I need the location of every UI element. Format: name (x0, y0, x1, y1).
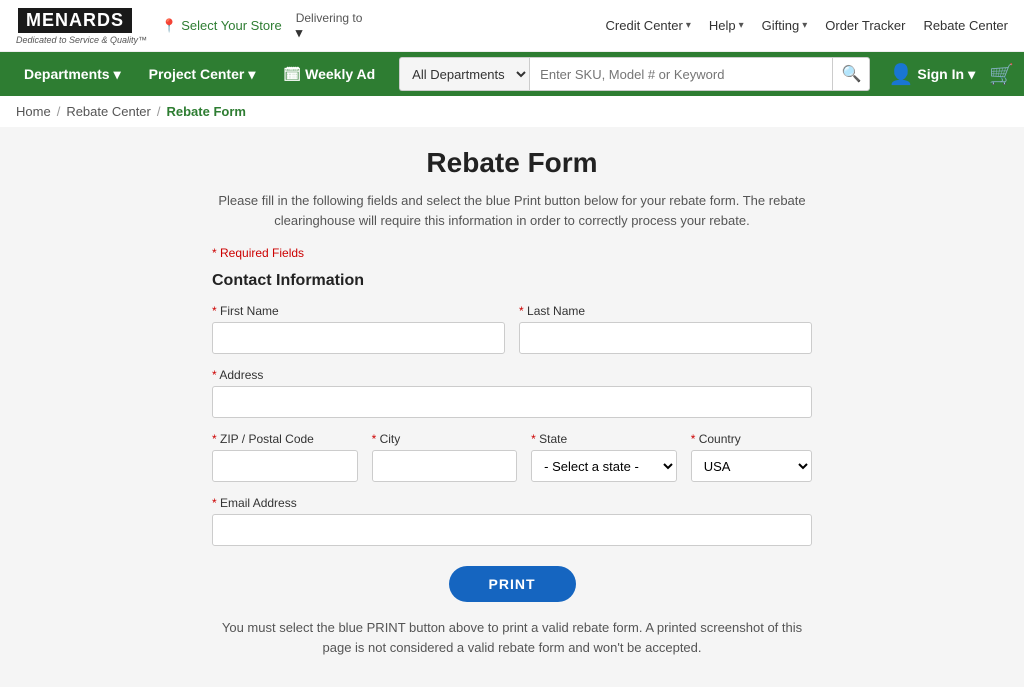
chevron-down-icon: ▾ (248, 66, 255, 83)
sign-in-area[interactable]: 👤 Sign In ▾ (880, 62, 983, 87)
search-input[interactable] (529, 57, 832, 91)
top-bar-right: Credit Center ▾ Help ▾ Gifting ▾ Order T… (606, 18, 1008, 33)
breadcrumb-separator: / (157, 104, 161, 119)
state-label: * State (531, 432, 677, 446)
address-row: * Address (212, 368, 812, 418)
email-label: * Email Address (212, 496, 812, 510)
address-group: * Address (212, 368, 812, 418)
help-link[interactable]: Help ▾ (709, 18, 744, 33)
print-button[interactable]: PRINT (449, 566, 576, 602)
email-row: * Email Address (212, 496, 812, 546)
logo[interactable]: MENARDS (16, 6, 134, 35)
country-label: * Country (691, 432, 812, 446)
zip-input[interactable] (212, 450, 358, 482)
chevron-down-icon: ▾ (114, 66, 121, 83)
project-center-label: Project Center (149, 66, 245, 82)
contact-info-section-title: Contact Information (212, 272, 812, 290)
calendar-icon: 🗓 (283, 66, 301, 83)
departments-label: Departments (24, 66, 110, 82)
state-group: * State - Select a state - (531, 432, 677, 482)
zip-group: * ZIP / Postal Code (212, 432, 358, 482)
last-name-label: * Last Name (519, 304, 812, 318)
store-selector-label: Select Your Store (181, 18, 281, 33)
email-input[interactable] (212, 514, 812, 546)
cart-button[interactable]: 🛒 (989, 62, 1014, 87)
nav-weekly-ad[interactable]: 🗓 Weekly Ad (269, 52, 389, 96)
country-select[interactable]: USA (691, 450, 812, 482)
top-bar-left: MENARDS Dedicated to Service & Quality™ … (16, 6, 362, 45)
search-button[interactable]: 🔍 (832, 57, 870, 91)
nav-bar: Departments ▾ Project Center ▾ 🗓 Weekly … (0, 52, 1024, 96)
delivering-label: Delivering to (296, 11, 363, 25)
logo-area: MENARDS Dedicated to Service & Quality™ (16, 6, 147, 45)
city-group: * City (372, 432, 518, 482)
first-name-group: * First Name (212, 304, 505, 354)
form-subtitle: Please fill in the following fields and … (212, 191, 812, 230)
pin-icon: 📍 (161, 18, 177, 34)
first-name-input[interactable] (212, 322, 505, 354)
chevron-down-icon: ▾ (686, 20, 691, 31)
logo-tagline: Dedicated to Service & Quality™ (16, 35, 147, 45)
address-input[interactable] (212, 386, 812, 418)
store-selector[interactable]: 📍 Select Your Store (161, 18, 282, 34)
nav-project-center[interactable]: Project Center ▾ (135, 52, 270, 96)
last-name-group: * Last Name (519, 304, 812, 354)
gifting-link[interactable]: Gifting ▾ (762, 18, 808, 33)
nav-departments[interactable]: Departments ▾ (10, 52, 135, 96)
sign-in-label: Sign In (917, 66, 964, 82)
delivering-to[interactable]: Delivering to ▾ (296, 11, 363, 41)
first-name-label: * First Name (212, 304, 505, 318)
breadcrumb-separator: / (57, 104, 61, 119)
address-label: * Address (212, 368, 812, 382)
city-input[interactable] (372, 450, 518, 482)
chevron-down-icon: ▾ (968, 66, 975, 83)
breadcrumb-home[interactable]: Home (16, 104, 51, 119)
country-group: * Country USA (691, 432, 812, 482)
weekly-ad-label: Weekly Ad (305, 66, 375, 82)
top-bar: MENARDS Dedicated to Service & Quality™ … (0, 0, 1024, 52)
order-tracker-link[interactable]: Order Tracker (825, 18, 905, 33)
search-category-select[interactable]: All Departments (399, 57, 529, 91)
search-area: All Departments 🔍 (399, 57, 870, 91)
breadcrumb-current: Rebate Form (167, 104, 246, 119)
rebate-center-link[interactable]: Rebate Center (923, 18, 1008, 33)
location-row: * ZIP / Postal Code * City * State - Sel… (212, 432, 812, 482)
state-select[interactable]: - Select a state - (531, 450, 677, 482)
delivering-chevron: ▾ (296, 25, 303, 40)
email-group: * Email Address (212, 496, 812, 546)
name-row: * First Name * Last Name (212, 304, 812, 354)
form-container: Rebate Form Please fill in the following… (212, 147, 812, 657)
bottom-notice: You must select the blue PRINT button ab… (212, 618, 812, 657)
city-label: * City (372, 432, 518, 446)
credit-center-link[interactable]: Credit Center ▾ (606, 18, 691, 33)
last-name-input[interactable] (519, 322, 812, 354)
breadcrumb: Home / Rebate Center / Rebate Form (0, 96, 1024, 127)
account-icon: 👤 (888, 62, 913, 87)
chevron-down-icon: ▾ (739, 20, 744, 31)
breadcrumb-rebate-center[interactable]: Rebate Center (66, 104, 151, 119)
zip-label: * ZIP / Postal Code (212, 432, 358, 446)
main-content: Rebate Form Please fill in the following… (0, 127, 1024, 687)
form-title: Rebate Form (212, 147, 812, 179)
required-notice: * Required Fields (212, 246, 812, 260)
chevron-down-icon: ▾ (802, 20, 807, 31)
search-icon: 🔍 (842, 64, 862, 84)
